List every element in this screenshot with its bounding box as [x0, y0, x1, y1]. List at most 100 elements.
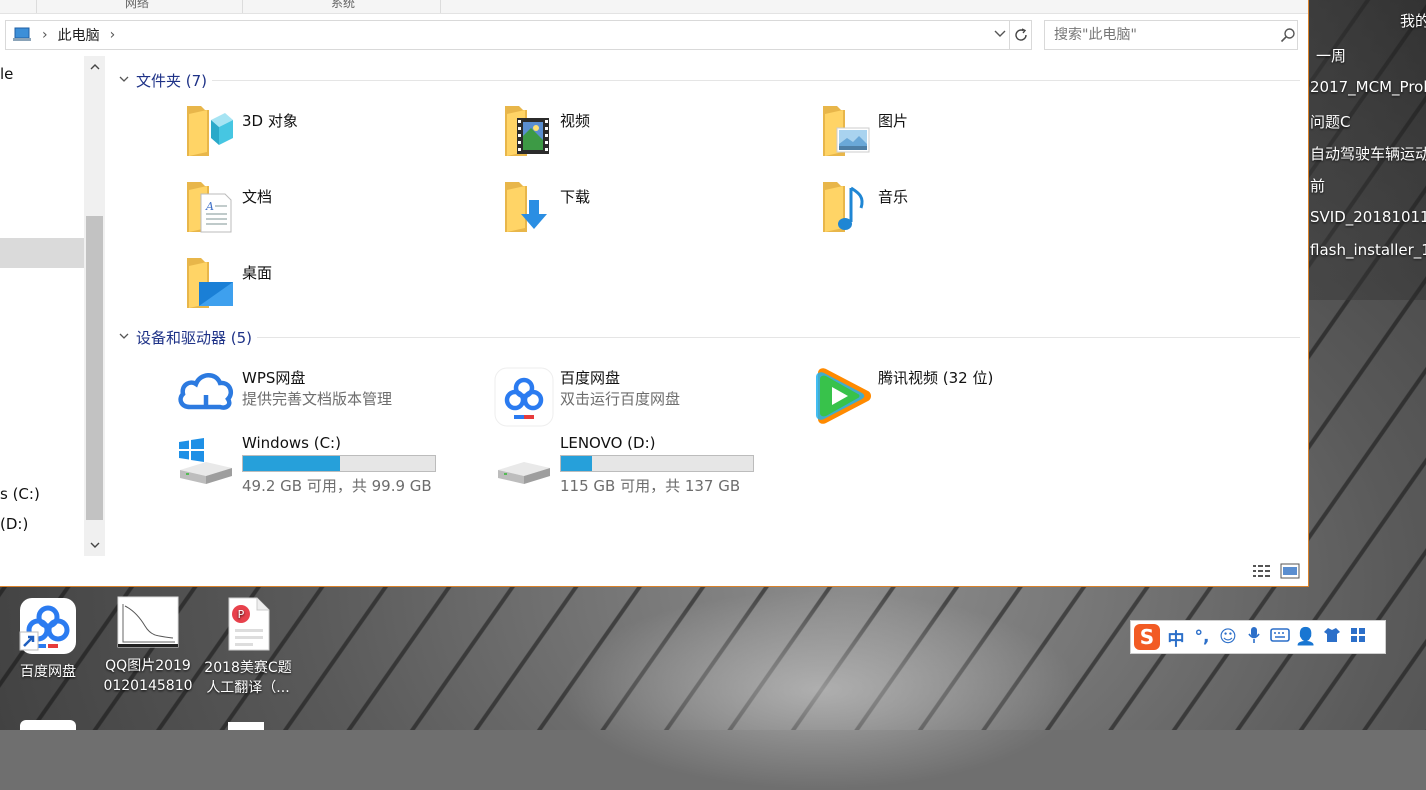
- recent-item[interactable]: 问题C: [1310, 111, 1350, 132]
- nav-item-drive-c[interactable]: s (C:): [0, 485, 40, 503]
- drive-c[interactable]: Windows (C:) 49.2 GB 可用，共 99.9 GB: [176, 434, 476, 504]
- drive-free-space: 49.2 GB 可用，共 99.9 GB: [242, 477, 432, 495]
- scroll-down-arrow[interactable]: [84, 536, 105, 556]
- emoji-icon[interactable]: ☺: [1215, 627, 1241, 647]
- windows-drive-icon: [179, 438, 232, 484]
- device-wps-cloud[interactable]: WPS网盘 提供完善文档版本管理: [176, 367, 476, 437]
- desktop-icon-baidu-netdisk[interactable]: 百度网盘: [0, 596, 98, 682]
- chevron-down-icon[interactable]: [118, 73, 132, 89]
- desktop-icon-label: 2018美赛C题: [204, 660, 292, 676]
- breadcrumb-separator[interactable]: ›: [110, 27, 116, 43]
- recent-item[interactable]: 2017_MCM_Prob: [1310, 78, 1426, 96]
- ribbon-tab-network[interactable]: 网络: [36, 0, 237, 13]
- music-folder-icon: [823, 182, 864, 232]
- grid-icon[interactable]: [1345, 627, 1371, 648]
- recent-item[interactable]: 自动驾驶车辆运动: [1310, 143, 1426, 164]
- recent-item[interactable]: 我的: [1400, 10, 1426, 31]
- drive-usage-fill: [561, 456, 592, 471]
- view-toggle-group: [1252, 563, 1302, 581]
- device-description: 提供完善文档版本管理: [242, 390, 393, 408]
- search-input[interactable]: [1045, 26, 1266, 44]
- ribbon-tab-system[interactable]: 系统: [242, 0, 443, 13]
- desktop-icon-label: 人工翻译（...: [206, 680, 290, 696]
- group-title: 设备和驱动器 (5): [136, 329, 253, 347]
- file-explorer-window: 网络 系统 › 此电脑 › le s (C:) (D:): [0, 0, 1309, 587]
- navigation-pane: le s (C:) (D:): [0, 56, 105, 556]
- group-divider: [212, 80, 1300, 81]
- group-title: 文件夹 (7): [136, 72, 208, 90]
- drive-free-space: 115 GB 可用，共 137 GB: [560, 477, 741, 495]
- folder-desktop[interactable]: 桌面: [185, 252, 485, 322]
- folder-documents[interactable]: A 文档: [185, 176, 485, 246]
- desktop-icon-partial[interactable]: [228, 722, 264, 730]
- address-row: › 此电脑 ›: [0, 20, 1308, 50]
- microphone-icon[interactable]: [1241, 626, 1267, 649]
- large-icons-view-icon[interactable]: [1280, 563, 1300, 583]
- folder-videos[interactable]: 视频: [503, 100, 803, 170]
- drive-usage-bar: [242, 455, 436, 472]
- hard-drive-icon: [498, 462, 550, 484]
- pictures-folder-icon: [823, 106, 870, 156]
- device-label: 百度网盘: [560, 369, 621, 387]
- device-label: WPS网盘: [242, 369, 306, 387]
- desktop-icon-wps-pdf[interactable]: P 2018美赛C题 人工翻译（...: [198, 596, 298, 698]
- videos-folder-icon: [505, 106, 549, 156]
- chevron-down-icon[interactable]: [118, 330, 132, 346]
- desktop-icon-label: 百度网盘: [20, 664, 76, 680]
- drive-usage-fill: [243, 456, 341, 471]
- nav-item[interactable]: le: [0, 65, 13, 83]
- folder-label: 下载: [560, 188, 591, 206]
- recent-item[interactable]: flash_installer_15: [1310, 241, 1426, 259]
- desktop-folder-icon: [187, 258, 233, 308]
- keyboard-icon[interactable]: [1267, 627, 1293, 647]
- scroll-up-arrow[interactable]: [84, 58, 105, 78]
- breadcrumb-separator[interactable]: ›: [42, 27, 48, 43]
- nav-item-selected[interactable]: [0, 238, 84, 268]
- drive-usage-bar: [560, 455, 754, 472]
- search-icon[interactable]: [1280, 27, 1296, 43]
- device-tencent-video[interactable]: 腾讯视频 (32 位): [812, 367, 1112, 437]
- group-header-devices[interactable]: 设备和驱动器 (5): [118, 327, 252, 348]
- downloads-folder-icon: [505, 182, 547, 232]
- address-bar[interactable]: › 此电脑 ›: [5, 20, 1010, 50]
- recent-item[interactable]: SVID_20181011_: [1310, 208, 1426, 226]
- nav-item-drive-d[interactable]: (D:): [0, 515, 28, 533]
- input-mode-toggle[interactable]: 中: [1163, 625, 1189, 650]
- folder-downloads[interactable]: 下载: [503, 176, 803, 246]
- desktop-icon-qq-image[interactable]: QQ图片2019 0120145810: [98, 596, 198, 696]
- breadcrumb-this-pc[interactable]: 此电脑: [58, 25, 100, 45]
- folder-label: 音乐: [878, 188, 909, 206]
- sogou-logo-icon[interactable]: S: [1131, 622, 1163, 652]
- desktop-icon-partial[interactable]: [20, 720, 76, 730]
- ribbon-tabs: 网络 系统: [0, 0, 1308, 14]
- svg-text:S: S: [1140, 625, 1154, 649]
- desktop-icon-label: 0120145810: [103, 678, 193, 694]
- image-thumbnail-icon: [117, 596, 179, 648]
- drive-d[interactable]: LENOVO (D:) 115 GB 可用，共 137 GB: [494, 434, 794, 504]
- group-header-folders[interactable]: 文件夹 (7): [118, 70, 207, 91]
- details-view-icon[interactable]: [1252, 563, 1272, 583]
- svg-text:A: A: [205, 200, 214, 213]
- refresh-icon: [1014, 28, 1027, 41]
- recent-item[interactable]: 前: [1310, 175, 1325, 196]
- punctuation-toggle[interactable]: °,: [1189, 627, 1215, 647]
- folder-pictures[interactable]: 图片: [821, 100, 1121, 170]
- nav-scrollbar-thumb[interactable]: [86, 216, 103, 520]
- chevron-down-icon[interactable]: [993, 26, 1007, 43]
- device-label: 腾讯视频 (32 位): [878, 369, 994, 387]
- folder-3d-objects[interactable]: 3D 对象: [185, 100, 485, 170]
- baidu-netdisk-shortcut-icon: [19, 598, 76, 654]
- folder-music[interactable]: 音乐: [821, 176, 1121, 246]
- tencent-video-icon: [816, 368, 871, 424]
- user-icon[interactable]: 👤: [1293, 627, 1319, 647]
- recent-files-panel: 我的 一周 2017_MCM_Prob 问题C 自动驾驶车辆运动 前 SVID_…: [1308, 0, 1426, 300]
- recent-item[interactable]: 一周: [1316, 45, 1346, 66]
- refresh-button[interactable]: [1010, 20, 1032, 50]
- folder-label: 桌面: [242, 264, 273, 282]
- this-pc-icon: [12, 27, 32, 43]
- folder-label: 视频: [560, 112, 591, 130]
- search-box[interactable]: [1044, 20, 1298, 50]
- skin-icon[interactable]: [1319, 627, 1345, 648]
- device-baidu-netdisk[interactable]: 百度网盘 双击运行百度网盘: [494, 367, 794, 437]
- wps-cloud-icon: [178, 373, 233, 410]
